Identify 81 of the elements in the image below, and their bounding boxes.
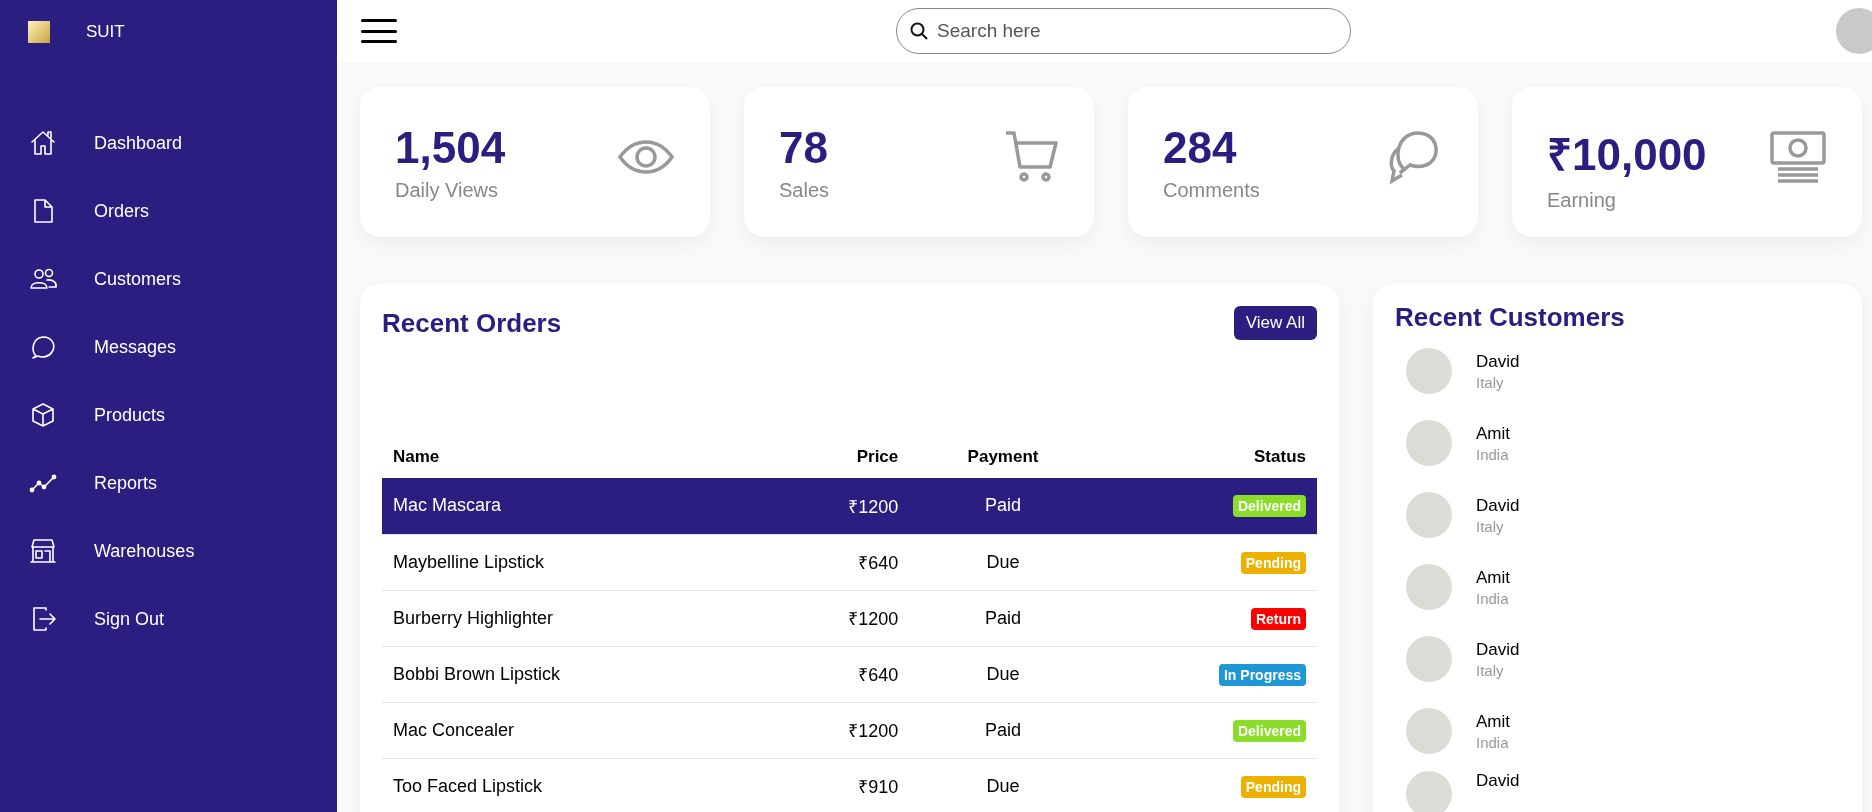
table-cell: Due bbox=[909, 758, 1097, 812]
customer-name: David bbox=[1476, 495, 1520, 516]
table-cell: Paid bbox=[909, 702, 1097, 758]
table-cell: Bobbi Brown Lipstick bbox=[382, 646, 764, 702]
storefront-icon bbox=[28, 536, 58, 566]
status-badge: Pending bbox=[1240, 775, 1306, 798]
stat-label: Sales bbox=[779, 179, 830, 202]
stat-value: 284 bbox=[1163, 123, 1238, 173]
status-badge: In Progress bbox=[1218, 663, 1306, 686]
column-header: Name bbox=[382, 436, 764, 478]
column-header: Price bbox=[763, 436, 910, 478]
stat-value: ₹10,000 bbox=[1547, 129, 1707, 181]
view-all-button[interactable]: View All bbox=[1233, 306, 1317, 340]
customer-country: India bbox=[1476, 733, 1510, 751]
avatar-placeholder bbox=[1406, 636, 1452, 682]
table-cell: ₹1200 bbox=[763, 478, 910, 534]
avatar-placeholder bbox=[1406, 564, 1452, 610]
search-icon bbox=[910, 22, 928, 40]
order-row[interactable]: Burberry Highlighter ₹1200 Paid Return bbox=[382, 590, 1317, 646]
avatar-placeholder bbox=[1406, 348, 1452, 394]
stat-value: 78 bbox=[779, 123, 829, 173]
order-row[interactable]: Mac Concealer ₹1200 Paid Delivered bbox=[382, 702, 1317, 758]
customer-country: Italy bbox=[1476, 373, 1505, 391]
nav-link[interactable]: Warehouses bbox=[28, 536, 337, 566]
customer-country: Italy bbox=[1476, 517, 1505, 535]
status-badge: Delivered bbox=[1232, 495, 1306, 518]
customer-name: David bbox=[1476, 639, 1520, 660]
menu-button[interactable] bbox=[361, 19, 397, 43]
order-row[interactable]: Too Faced Lipstick ₹910 Due Pending bbox=[382, 758, 1317, 812]
panel-title: Recent Customers bbox=[1395, 302, 1625, 333]
logo-icon bbox=[28, 21, 50, 43]
banknote-icon bbox=[1768, 129, 1828, 185]
table-cell: Mac Concealer bbox=[382, 702, 764, 758]
customer-name: Amit bbox=[1476, 567, 1510, 588]
nav-link[interactable]: Messages bbox=[28, 332, 337, 362]
nav-link[interactable]: Sign Out bbox=[28, 604, 337, 634]
table-cell: Too Faced Lipstick bbox=[382, 758, 764, 812]
nav-link[interactable]: Reports bbox=[28, 468, 337, 498]
table-cell: Due bbox=[909, 534, 1097, 590]
table-cell: Paid bbox=[909, 478, 1097, 534]
column-header: Payment bbox=[909, 436, 1097, 478]
stat-label: Comments bbox=[1163, 179, 1260, 202]
nav-link[interactable]: Dashboard bbox=[28, 128, 337, 158]
customer-name: David bbox=[1476, 771, 1520, 791]
nav-link[interactable]: Products bbox=[28, 400, 337, 430]
column-header: Status bbox=[1096, 436, 1317, 478]
nav-link[interactable]: Orders bbox=[28, 196, 337, 226]
customer-country: Italy bbox=[1476, 661, 1505, 679]
table-cell: Paid bbox=[909, 590, 1097, 646]
order-row[interactable]: Mac Mascara ₹1200 Paid Delivered bbox=[382, 478, 1317, 534]
table-cell: ₹640 bbox=[763, 646, 910, 702]
stat-value: 1,504 bbox=[395, 123, 506, 173]
customer-name: Amit bbox=[1476, 423, 1510, 444]
search-field[interactable]: Search here bbox=[896, 8, 1351, 54]
table-cell: ₹910 bbox=[763, 758, 910, 812]
panel-title: Recent Orders bbox=[382, 307, 562, 339]
avatar-placeholder bbox=[1406, 708, 1452, 754]
stat-label: Daily Views bbox=[395, 179, 499, 202]
table-cell: Mac Mascara bbox=[382, 478, 764, 534]
avatar-placeholder bbox=[1406, 492, 1452, 538]
table-cell: Burberry Highlighter bbox=[382, 590, 764, 646]
customer-country: India bbox=[1476, 445, 1510, 463]
customer-country: India bbox=[1476, 589, 1510, 607]
status-badge: Return bbox=[1250, 607, 1306, 630]
table-cell: ₹640 bbox=[763, 534, 910, 590]
order-row[interactable]: Maybelline Lipstick ₹640 Due Pending bbox=[382, 534, 1317, 590]
table-cell: Due bbox=[909, 646, 1097, 702]
table-cell: ₹1200 bbox=[763, 702, 910, 758]
stat-label: Earning bbox=[1547, 189, 1617, 212]
customer-name: Amit bbox=[1476, 711, 1510, 732]
customer-name: David bbox=[1476, 351, 1520, 372]
avatar-placeholder bbox=[1406, 420, 1452, 466]
table-cell: ₹1200 bbox=[763, 590, 910, 646]
table-cell: Maybelline Lipstick bbox=[382, 534, 764, 590]
status-badge: Pending bbox=[1240, 551, 1306, 574]
avatar-placeholder bbox=[1406, 771, 1452, 812]
home-icon bbox=[28, 128, 58, 158]
nav-link[interactable]: Customers bbox=[28, 264, 337, 294]
status-badge: Delivered bbox=[1232, 719, 1306, 742]
order-row[interactable]: Bobbi Brown Lipstick ₹640 Due In Progress bbox=[382, 646, 1317, 702]
brand-name: SUIT bbox=[86, 22, 125, 42]
